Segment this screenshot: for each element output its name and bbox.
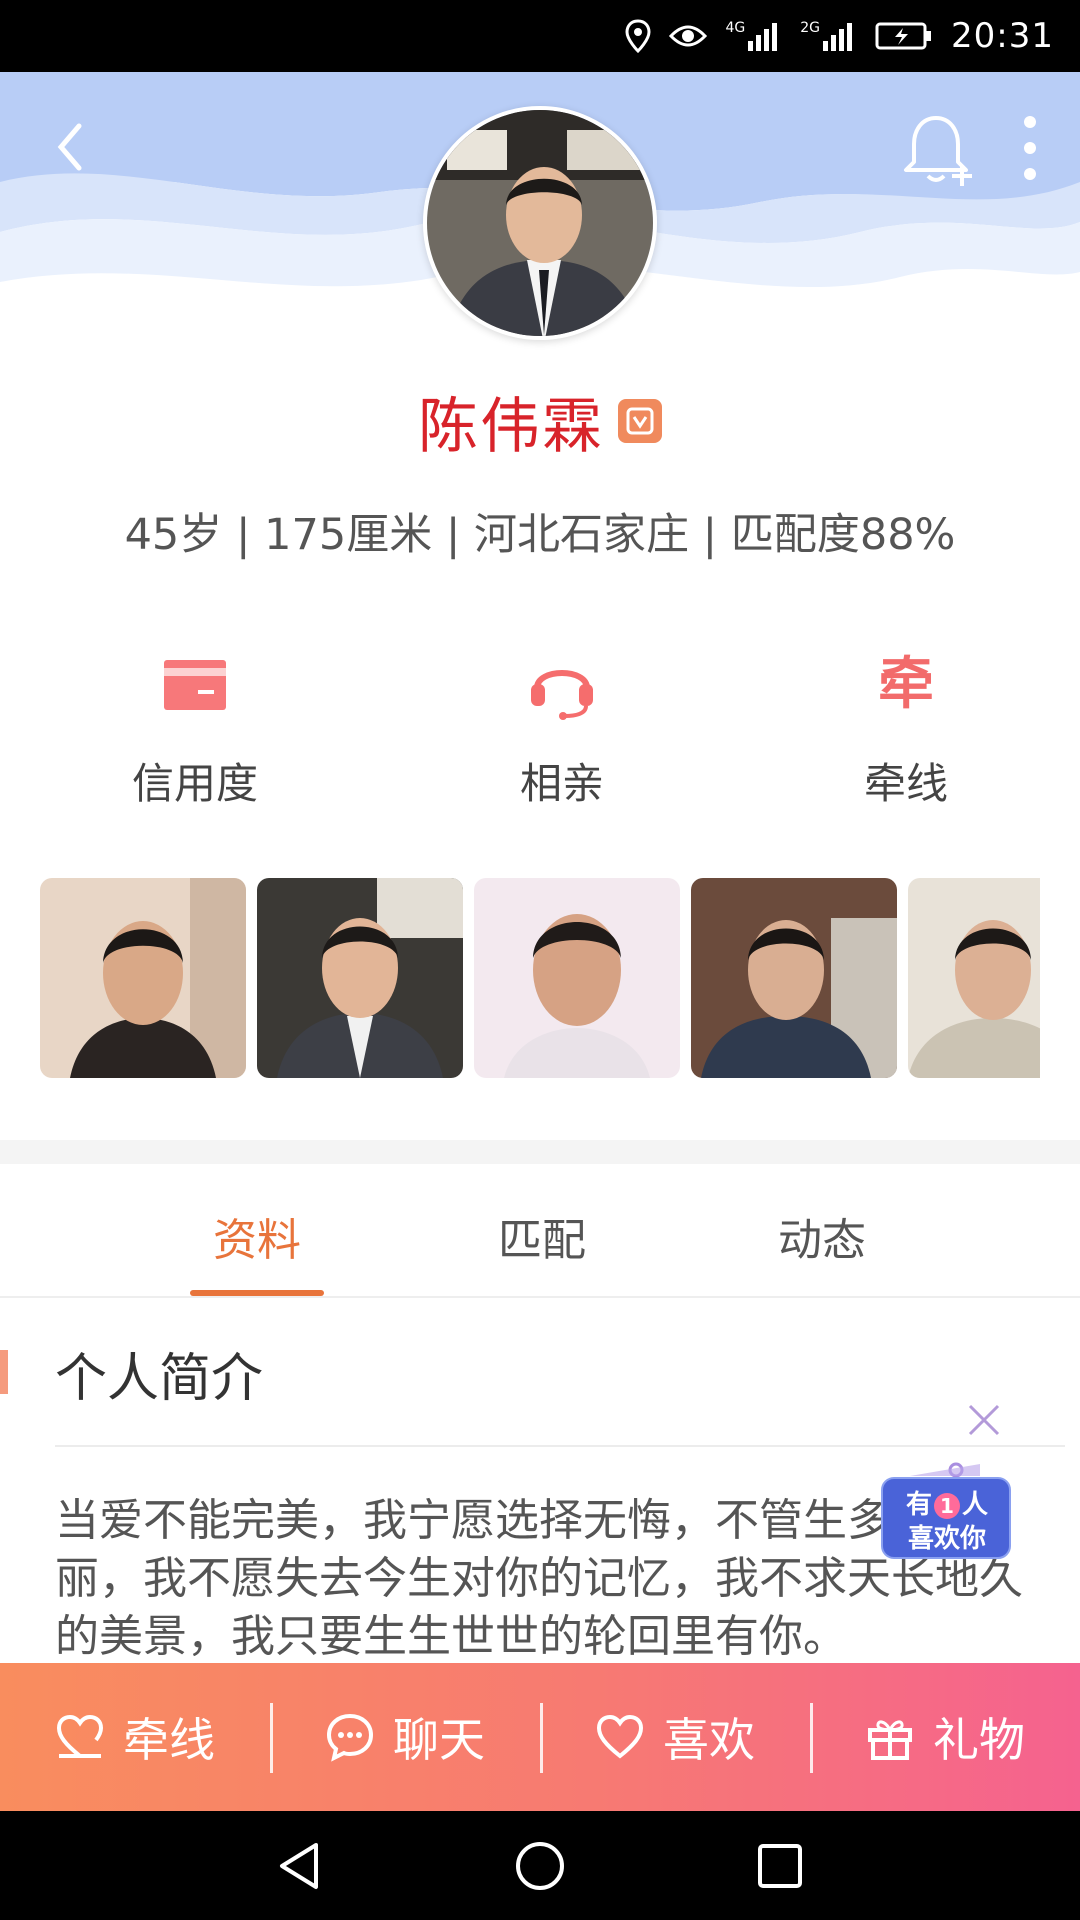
feature-matchmake[interactable]: 牵 牵线: [806, 650, 1006, 820]
status-bar: 4G 2G 20:31: [0, 0, 1080, 72]
section-divider: [0, 1140, 1080, 1164]
photo-thumbnail[interactable]: [257, 878, 463, 1078]
feature-credit[interactable]: 信用度: [95, 650, 295, 820]
photo-image: [691, 878, 897, 1078]
matchmake-label: 牵线: [123, 1713, 215, 1767]
system-nav-bar: [0, 1811, 1080, 1920]
nav-home-button[interactable]: [513, 1839, 567, 1893]
triangle-back-icon: [280, 1843, 318, 1889]
feature-matchmake-label: 牵线: [863, 759, 948, 808]
like-label: 喜欢: [663, 1713, 755, 1767]
name-row: 陈伟霖: [0, 385, 1080, 462]
photo-image: [40, 878, 246, 1078]
back-button[interactable]: [40, 112, 100, 182]
signal-2g: 2G: [800, 21, 857, 51]
badge-text-person: 人: [962, 1490, 989, 1520]
photo-thumbnail[interactable]: [908, 878, 1040, 1078]
nav-back-button[interactable]: [272, 1839, 326, 1893]
feature-blind-date-label: 相亲: [519, 759, 604, 808]
chevron-left-icon: [57, 123, 82, 171]
tab-moments[interactable]: 动态: [722, 1204, 922, 1268]
qian-glyph: 牵: [878, 652, 934, 717]
signal-bars-icon: [823, 23, 853, 51]
photo-strip: [40, 878, 1040, 1078]
close-float-button[interactable]: [964, 1400, 1004, 1440]
heart-icon: [596, 1714, 644, 1759]
qian-glyph-icon: 牵: [871, 650, 941, 720]
active-tab-indicator: [190, 1290, 324, 1296]
status-icons: 4G 2G 20:31: [625, 14, 1054, 58]
profile-info-line: 45岁 | 175厘米 | 河北石家庄 | 匹配度88%: [124, 510, 956, 560]
gift-button[interactable]: 礼物: [810, 1663, 1080, 1811]
close-icon: [968, 1404, 1000, 1436]
chat-button[interactable]: 聊天: [270, 1663, 540, 1811]
photo-image: [474, 878, 680, 1078]
credit-card-icon: [160, 650, 230, 720]
tab-match[interactable]: 匹配: [442, 1204, 642, 1268]
badge-line-1: 有1人: [880, 1484, 1014, 1521]
eye-icon: [669, 25, 708, 47]
square-recents-icon: [758, 1844, 802, 1888]
more-vertical-icon: [1024, 116, 1036, 180]
feature-credit-label: 信用度: [131, 759, 258, 808]
photo-thumbnail[interactable]: [40, 878, 246, 1078]
someone-likes-you-badge[interactable]: 有1人 喜欢你: [880, 1462, 1014, 1562]
bottom-action-bar: 牵线 聊天 喜欢 礼物: [0, 1663, 1080, 1811]
gift-label: 礼物: [933, 1713, 1025, 1767]
feature-buttons: 信用度 相亲 牵 牵线: [0, 650, 1080, 820]
nav-recents-button[interactable]: [753, 1839, 807, 1893]
feature-blind-date[interactable]: 相亲: [462, 650, 662, 820]
gift-icon: [868, 1720, 912, 1760]
section-divider-line: [55, 1445, 1065, 1447]
photo-thumbnail[interactable]: [474, 878, 680, 1078]
follow-bell-button[interactable]: [900, 110, 980, 190]
like-button[interactable]: 喜欢: [540, 1663, 810, 1811]
badge-count: 1: [934, 1493, 960, 1519]
avatar[interactable]: [423, 106, 657, 340]
chat-bubble-icon: [326, 1713, 374, 1762]
more-menu-button[interactable]: [1010, 108, 1050, 188]
avatar-image: [427, 110, 653, 336]
tab-profile-info[interactable]: 资料: [157, 1204, 357, 1268]
location-icon: [625, 19, 651, 53]
badge-text-you: 有: [905, 1490, 932, 1520]
heart-hand-icon: [56, 1714, 104, 1758]
signal-bars-icon: [748, 23, 778, 51]
chat-label: 聊天: [393, 1713, 485, 1767]
photo-thumbnail[interactable]: [691, 878, 897, 1078]
intro-section-header: 个人简介: [0, 1330, 1080, 1410]
headset-icon: [527, 650, 597, 720]
bell-add-icon: [904, 116, 972, 186]
profile-tabs: 资料 匹配 动态: [0, 1164, 1080, 1298]
profile-name: 陈伟霖: [418, 391, 604, 462]
battery-charging-icon: [875, 22, 932, 50]
verified-v-icon: [618, 399, 662, 443]
circle-home-icon: [516, 1842, 564, 1890]
status-time: 20:31: [951, 16, 1054, 56]
photo-image: [257, 878, 463, 1078]
signal-4g: 4G: [725, 21, 782, 51]
badge-line-2: 喜欢你: [907, 1524, 986, 1554]
section-accent-bar: [0, 1350, 8, 1394]
matchmake-button[interactable]: 牵线: [0, 1663, 270, 1811]
network-2g-label: 2G: [800, 20, 821, 36]
network-4g-label: 4G: [725, 20, 746, 36]
photo-image: [908, 878, 1040, 1078]
intro-title: 个人简介: [55, 1349, 264, 1409]
